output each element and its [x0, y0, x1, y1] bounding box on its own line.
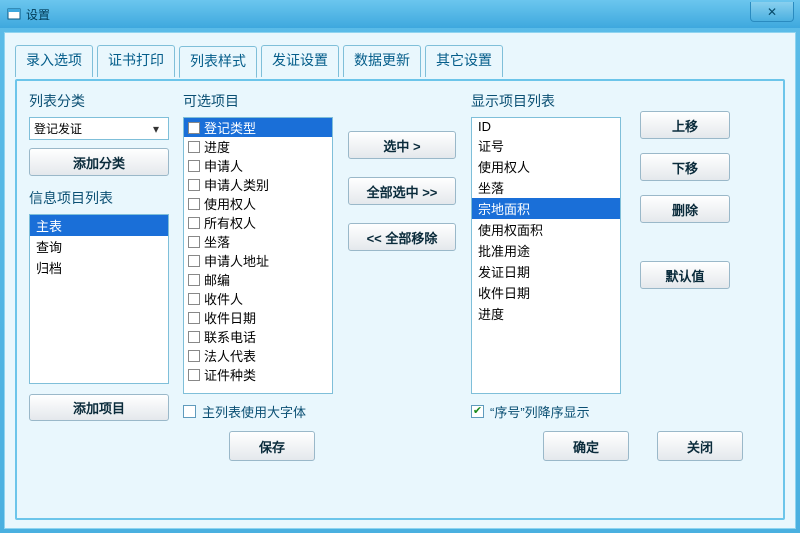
checkbox-icon — [188, 122, 200, 134]
list-item[interactable]: ID — [472, 118, 620, 135]
select-button[interactable]: 选中 > — [348, 131, 456, 159]
checkbox-icon — [188, 198, 200, 210]
window-title: 设置 — [26, 6, 50, 23]
list-item[interactable]: 宗地面积 — [472, 198, 620, 219]
tab-issue-settings[interactable]: 发证设置 — [261, 45, 339, 77]
checkbox-icon — [188, 312, 200, 324]
col-right-buttons: 上移 下移 删除 默认值 — [635, 91, 735, 421]
add-item-button[interactable]: 添加项目 — [29, 394, 169, 421]
category-label: 列表分类 — [29, 91, 169, 111]
display-listbox[interactable]: ID 证号 使用权人 坐落 宗地面积 使用权面积 批准用途 发证日期 收件日期 … — [471, 117, 621, 394]
display-label: 显示项目列表 — [471, 91, 621, 111]
checkbox-icon — [188, 141, 200, 153]
info-item-listbox[interactable]: 主表 查询 归档 — [29, 214, 169, 384]
tab-other-settings[interactable]: 其它设置 — [425, 45, 503, 77]
list-item[interactable]: 坐落 — [472, 177, 620, 198]
checkbox-icon — [188, 369, 200, 381]
checkbox-icon — [188, 331, 200, 343]
client-area: 录入选项 证书打印 列表样式 发证设置 数据更新 其它设置 列表分类 登记发证 … — [4, 32, 796, 529]
list-item[interactable]: 申请人地址 — [184, 251, 332, 270]
checkbox-icon — [188, 179, 200, 191]
list-item[interactable]: 证件种类 — [184, 365, 332, 384]
col-display: 显示项目列表 ID 证号 使用权人 坐落 宗地面积 使用权面积 批准用途 发证日… — [471, 91, 621, 421]
select-all-button[interactable]: 全部选中 >> — [348, 177, 456, 205]
list-item[interactable]: 邮编 — [184, 270, 332, 289]
app-icon — [6, 6, 22, 22]
move-down-button[interactable]: 下移 — [640, 153, 730, 181]
col-left: 列表分类 登记发证 ▾ 添加分类 信息项目列表 主表 查询 归档 添加项目 — [29, 91, 169, 421]
checkbox-icon — [188, 217, 200, 229]
list-item[interactable]: 查询 — [30, 236, 168, 257]
list-item[interactable]: 使用权面积 — [472, 219, 620, 240]
checkbox-icon: ✔ — [471, 405, 484, 418]
list-item[interactable]: 进度 — [472, 303, 620, 324]
close-icon: ✕ — [767, 5, 777, 19]
list-item[interactable]: 坐落 — [184, 232, 332, 251]
list-item[interactable]: 证号 — [472, 135, 620, 156]
footer-buttons: 保存 确定 关闭 — [29, 421, 771, 461]
list-item[interactable]: 批准用途 — [472, 240, 620, 261]
col-mid-buttons: 选中 > 全部选中 >> << 全部移除 — [347, 91, 457, 421]
col-available: 可选项目 登记类型 进度 申请人 申请人类别 使用权人 所有权人 坐落 申请人地… — [183, 91, 333, 421]
available-listbox[interactable]: 登记类型 进度 申请人 申请人类别 使用权人 所有权人 坐落 申请人地址 邮编 … — [183, 117, 333, 394]
list-style-panel: 列表分类 登记发证 ▾ 添加分类 信息项目列表 主表 查询 归档 添加项目 — [15, 79, 785, 520]
list-item[interactable]: 收件日期 — [472, 282, 620, 303]
list-item[interactable]: 进度 — [184, 137, 332, 156]
list-item[interactable]: 申请人 — [184, 156, 332, 175]
list-item[interactable]: 登记类型 — [184, 118, 332, 137]
chevron-down-icon: ▾ — [148, 122, 164, 136]
list-item[interactable]: 申请人类别 — [184, 175, 332, 194]
big-font-checkbox-row[interactable]: 主列表使用大字体 — [183, 402, 333, 421]
window-close-button[interactable]: ✕ — [750, 2, 794, 22]
tab-strip: 录入选项 证书打印 列表样式 发证设置 数据更新 其它设置 — [15, 43, 785, 75]
checkbox-icon — [183, 405, 196, 418]
remove-all-button[interactable]: << 全部移除 — [348, 223, 456, 251]
order-desc-label: “序号”列降序显示 — [490, 402, 590, 421]
tab-input-options[interactable]: 录入选项 — [15, 45, 93, 77]
list-item[interactable]: 法人代表 — [184, 346, 332, 365]
list-item[interactable]: 归档 — [30, 257, 168, 278]
list-item[interactable]: 使用权人 — [472, 156, 620, 177]
big-font-label: 主列表使用大字体 — [202, 402, 306, 421]
checkbox-icon — [188, 160, 200, 172]
ok-button[interactable]: 确定 — [543, 431, 629, 461]
settings-window: 设置 ✕ 录入选项 证书打印 列表样式 发证设置 数据更新 其它设置 列表分类 … — [0, 0, 800, 533]
tab-data-update[interactable]: 数据更新 — [343, 45, 421, 77]
delete-button[interactable]: 删除 — [640, 195, 730, 223]
tab-list-style[interactable]: 列表样式 — [179, 46, 257, 78]
tab-cert-print[interactable]: 证书打印 — [97, 45, 175, 77]
list-item[interactable]: 主表 — [30, 215, 168, 236]
list-item[interactable]: 使用权人 — [184, 194, 332, 213]
add-category-button[interactable]: 添加分类 — [29, 148, 169, 175]
list-item[interactable]: 联系电话 — [184, 327, 332, 346]
titlebar: 设置 ✕ — [0, 0, 800, 28]
checkbox-icon — [188, 293, 200, 305]
columns: 列表分类 登记发证 ▾ 添加分类 信息项目列表 主表 查询 归档 添加项目 — [29, 91, 771, 421]
order-desc-checkbox-row[interactable]: ✔ “序号”列降序显示 — [471, 402, 621, 421]
list-item[interactable]: 发证日期 — [472, 261, 620, 282]
checkbox-icon — [188, 274, 200, 286]
checkbox-icon — [188, 350, 200, 362]
info-list-label: 信息项目列表 — [29, 188, 169, 208]
checkbox-icon — [188, 236, 200, 248]
default-value-button[interactable]: 默认值 — [640, 261, 730, 289]
move-up-button[interactable]: 上移 — [640, 111, 730, 139]
list-item[interactable]: 所有权人 — [184, 213, 332, 232]
category-combo[interactable]: 登记发证 ▾ — [29, 117, 169, 140]
available-label: 可选项目 — [183, 91, 333, 111]
list-item[interactable]: 收件人 — [184, 289, 332, 308]
combo-value: 登记发证 — [34, 120, 82, 137]
list-item[interactable]: 收件日期 — [184, 308, 332, 327]
close-button[interactable]: 关闭 — [657, 431, 743, 461]
save-button[interactable]: 保存 — [229, 431, 315, 461]
checkbox-icon — [188, 255, 200, 267]
